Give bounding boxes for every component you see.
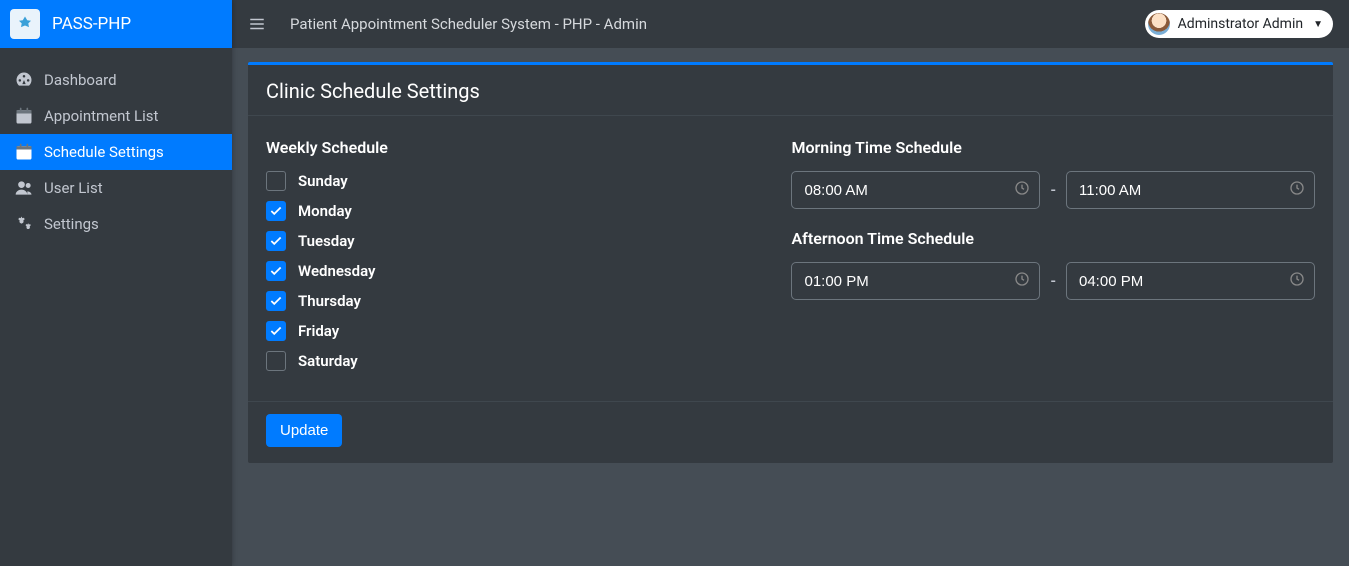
day-label: Sunday — [298, 172, 348, 190]
weekly-title: Weekly Schedule — [266, 138, 751, 157]
day-row-saturday[interactable]: Saturday — [266, 351, 751, 371]
sidebar-item-label: User List — [44, 179, 103, 197]
topbar: Patient Appointment Scheduler System - P… — [232, 0, 1349, 48]
content: Clinic Schedule Settings Weekly Schedule… — [232, 48, 1349, 566]
chevron-down-icon: ▼ — [1313, 19, 1323, 30]
user-menu[interactable]: Adminstrator Admin ▼ — [1145, 10, 1333, 38]
sidebar-item-user-list[interactable]: User List — [0, 170, 232, 206]
main-column: Patient Appointment Scheduler System - P… — [232, 0, 1349, 566]
day-label: Wednesday — [298, 262, 375, 280]
day-checkbox-saturday[interactable] — [266, 351, 286, 371]
day-label: Friday — [298, 322, 339, 340]
sidebar-item-label: Dashboard — [44, 71, 117, 89]
day-label: Monday — [298, 202, 352, 220]
day-label: Tuesday — [298, 232, 355, 250]
settings-card: Clinic Schedule Settings Weekly Schedule… — [248, 62, 1333, 463]
morning-to-input[interactable] — [1066, 171, 1315, 209]
day-row-tuesday[interactable]: Tuesday — [266, 231, 751, 251]
sidebar-item-settings[interactable]: Settings — [0, 206, 232, 242]
morning-title: Morning Time Schedule — [791, 138, 1315, 157]
sidebar-item-dashboard[interactable]: Dashboard — [0, 62, 232, 98]
update-button[interactable]: Update — [266, 414, 342, 447]
brand-link[interactable]: PASS-PHP — [0, 0, 232, 48]
users-icon — [14, 178, 34, 198]
card-title: Clinic Schedule Settings — [248, 65, 1333, 116]
sidebar-nav: Dashboard Appointment List Schedule Settin… — [0, 48, 232, 242]
page-title: Patient Appointment Scheduler System - P… — [290, 15, 647, 33]
gauge-icon — [14, 70, 34, 90]
day-row-wednesday[interactable]: Wednesday — [266, 261, 751, 281]
brand-logo — [10, 9, 40, 39]
day-checkbox-sunday[interactable] — [266, 171, 286, 191]
calendar-icon — [14, 142, 34, 162]
day-checkbox-friday[interactable] — [266, 321, 286, 341]
sidebar-item-label: Settings — [44, 215, 99, 233]
afternoon-title: Afternoon Time Schedule — [791, 229, 1315, 248]
menu-toggle-icon[interactable] — [248, 15, 266, 33]
time-column: Morning Time Schedule - — [791, 138, 1315, 371]
sidebar: PASS-PHP Dashboard Appointment List Schedu… — [0, 0, 232, 566]
morning-from-input[interactable] — [791, 171, 1040, 209]
user-name: Adminstrator Admin — [1178, 16, 1303, 32]
sidebar-item-appointment-list[interactable]: Appointment List — [0, 98, 232, 134]
day-label: Saturday — [298, 352, 358, 370]
day-checkbox-monday[interactable] — [266, 201, 286, 221]
time-separator: - — [1050, 181, 1056, 199]
day-label: Thursday — [298, 292, 361, 310]
time-separator: - — [1050, 272, 1056, 290]
calendar-icon — [14, 106, 34, 126]
gears-icon — [14, 214, 34, 234]
day-row-monday[interactable]: Monday — [266, 201, 751, 221]
avatar — [1148, 13, 1170, 35]
sidebar-item-label: Appointment List — [44, 107, 158, 125]
weekly-column: Weekly Schedule Sunday Monday Tuesday Wedne… — [266, 138, 751, 371]
afternoon-from-input[interactable] — [791, 262, 1040, 300]
sidebar-item-label: Schedule Settings — [44, 143, 164, 161]
sidebar-item-schedule-settings[interactable]: Schedule Settings — [0, 134, 232, 170]
day-row-sunday[interactable]: Sunday — [266, 171, 751, 191]
brand-name: PASS-PHP — [52, 14, 131, 34]
afternoon-to-input[interactable] — [1066, 262, 1315, 300]
day-checkbox-thursday[interactable] — [266, 291, 286, 311]
day-checkbox-wednesday[interactable] — [266, 261, 286, 281]
day-row-thursday[interactable]: Thursday — [266, 291, 751, 311]
day-row-friday[interactable]: Friday — [266, 321, 751, 341]
day-checkbox-tuesday[interactable] — [266, 231, 286, 251]
